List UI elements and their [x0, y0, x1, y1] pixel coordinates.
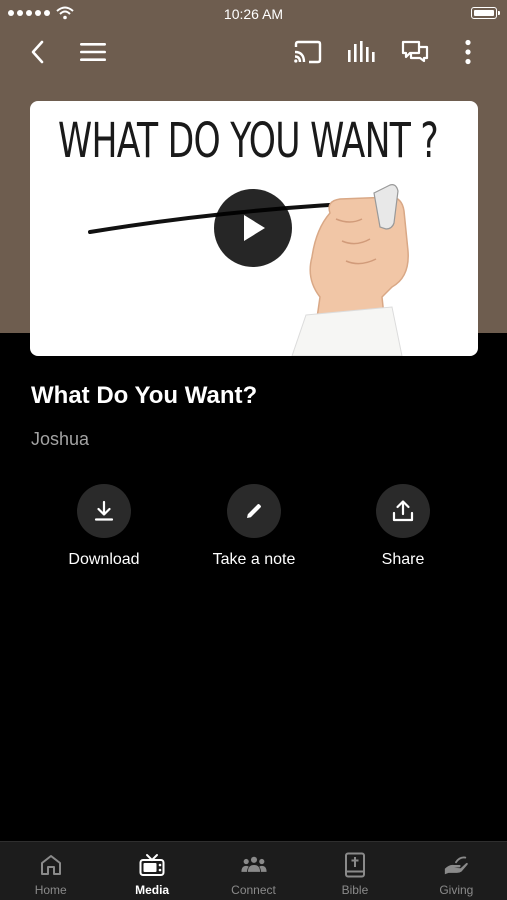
home-icon — [38, 852, 64, 878]
tab-media-label: Media — [135, 883, 170, 897]
tab-giving-label: Giving — [439, 883, 474, 897]
download-icon — [94, 500, 114, 521]
take-note-circle — [227, 484, 281, 538]
chat-button[interactable] — [397, 34, 433, 70]
tv-icon — [139, 852, 165, 878]
download-circle — [77, 484, 131, 538]
status-bar: 10:26 AM — [0, 0, 507, 28]
back-button[interactable] — [20, 34, 56, 70]
tab-connect[interactable]: Connect — [203, 842, 304, 900]
pencil-icon — [247, 504, 261, 518]
tab-connect-label: Connect — [231, 883, 276, 897]
share-icon — [392, 500, 414, 522]
play-button[interactable] — [214, 189, 292, 267]
bible-icon — [342, 852, 368, 878]
cast-icon — [294, 40, 322, 64]
audio-button[interactable] — [343, 34, 379, 70]
status-time: 10:26 AM — [223, 6, 284, 22]
tab-media[interactable]: Media — [101, 842, 202, 900]
download-label: Download — [68, 551, 140, 568]
tab-home-label: Home — [34, 883, 67, 897]
battery-icon — [471, 7, 500, 19]
share-circle — [376, 484, 430, 538]
video-thumbnail[interactable]: WHAT DO YOU WANT ? — [30, 101, 478, 356]
share-button[interactable]: Share — [328, 484, 478, 569]
media-speaker: Joshua — [31, 429, 90, 449]
media-title: What Do You Want? — [31, 382, 258, 409]
tab-bible[interactable]: Bible — [304, 842, 405, 900]
tab-bar: Home Media Connect Bible Giving — [0, 841, 507, 900]
chat-icon — [401, 40, 429, 63]
giving-hand-icon — [443, 852, 469, 878]
tab-giving[interactable]: Giving — [406, 842, 507, 900]
tab-bible-label: Bible — [341, 883, 369, 897]
menu-button[interactable] — [75, 34, 111, 70]
more-button[interactable] — [450, 34, 486, 70]
share-label: Share — [381, 551, 425, 568]
cast-button[interactable] — [289, 34, 325, 70]
take-note-label: Take a note — [212, 551, 296, 568]
hamburger-icon — [80, 43, 106, 61]
tab-home[interactable]: Home — [0, 842, 101, 900]
play-icon — [244, 215, 265, 241]
chevron-left-icon — [31, 40, 44, 64]
people-icon — [240, 852, 267, 878]
more-vertical-icon — [465, 39, 471, 65]
take-note-button[interactable]: Take a note — [179, 484, 329, 569]
equalizer-icon — [348, 41, 375, 62]
download-button[interactable]: Download — [29, 484, 179, 569]
